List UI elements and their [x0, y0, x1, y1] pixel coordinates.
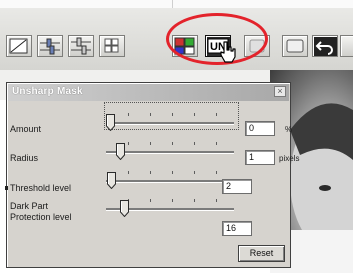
threshold-label: Threshold level: [10, 183, 72, 193]
radius-slider-thumb[interactable]: [115, 143, 125, 160]
dark-protection-input[interactable]: 16: [222, 221, 252, 236]
slider-tick: [150, 171, 151, 174]
amount-slider-thumb[interactable]: [106, 114, 115, 131]
screenshot-stage: UN Unsharp Mask × Amount 0 % Radius 1 pi…: [0, 0, 353, 273]
hsl-button[interactable]: [99, 35, 125, 57]
snapshot-button[interactable]: [282, 35, 308, 57]
radius-label: Radius: [10, 153, 39, 163]
slider-tick: [172, 171, 173, 174]
slider-tick: [150, 113, 151, 116]
dialog-title: Unsharp Mask: [12, 86, 83, 97]
undo-icon: [315, 41, 333, 55]
hsl-icon: [104, 38, 119, 53]
slider-tick: [216, 199, 217, 202]
threshold-slider-thumb[interactable]: [107, 172, 117, 189]
brightness-contrast-button[interactable]: [37, 35, 63, 57]
tone-curve-icon: [9, 38, 28, 54]
slider-focus-rect: [104, 102, 239, 130]
slider-tick: [150, 142, 151, 145]
slider-tick: [150, 199, 151, 202]
slider-tick: [172, 199, 173, 202]
snapshot-icon: [286, 39, 304, 53]
amount-unit: %: [285, 125, 293, 134]
rgb-balance-icon: [71, 37, 91, 55]
toolbar-overflow-button[interactable]: [340, 35, 353, 57]
dialog-titlebar[interactable]: Unsharp Mask ×: [8, 84, 289, 101]
brightness-contrast-icon: [40, 38, 60, 55]
amount-slider-track[interactable]: [106, 122, 234, 125]
edge-marker: [5, 186, 8, 190]
hand-cursor-icon: [220, 41, 236, 63]
slider-tick: [216, 113, 217, 116]
rgb-balance-button[interactable]: [68, 35, 94, 57]
slider-tick: [128, 142, 129, 145]
slider-tick: [194, 113, 195, 116]
amount-label: Amount: [10, 124, 42, 134]
slider-tick: [216, 142, 217, 145]
amount-input[interactable]: 0: [245, 121, 275, 136]
slider-tick: [128, 171, 129, 174]
close-icon: ×: [277, 86, 283, 96]
unsharp-mask-dialog: Unsharp Mask × Amount 0 % Radius 1 pixel…: [6, 82, 299, 268]
reset-button[interactable]: Reset: [238, 245, 285, 262]
threshold-input[interactable]: 2: [222, 179, 252, 194]
close-button[interactable]: ×: [274, 86, 286, 97]
radius-unit: pixels: [279, 154, 300, 163]
radius-input[interactable]: 1: [245, 150, 275, 165]
undo-button[interactable]: [312, 35, 338, 57]
slider-tick: [216, 171, 217, 174]
slider-tick: [172, 142, 173, 145]
slider-tick: [128, 113, 129, 116]
window-divider: [172, 0, 173, 8]
slider-tick: [194, 171, 195, 174]
tone-curve-button[interactable]: [6, 35, 32, 57]
slider-tick: [194, 142, 195, 145]
radius-slider-track[interactable]: [106, 151, 234, 154]
dark-part-protection-label: Dark Part Protection level: [10, 201, 72, 222]
slider-tick: [172, 113, 173, 116]
slider-tick: [194, 199, 195, 202]
dark-protection-slider-thumb[interactable]: [120, 200, 130, 217]
highlight-ring: [166, 13, 268, 65]
threshold-slider-track[interactable]: [106, 180, 234, 183]
